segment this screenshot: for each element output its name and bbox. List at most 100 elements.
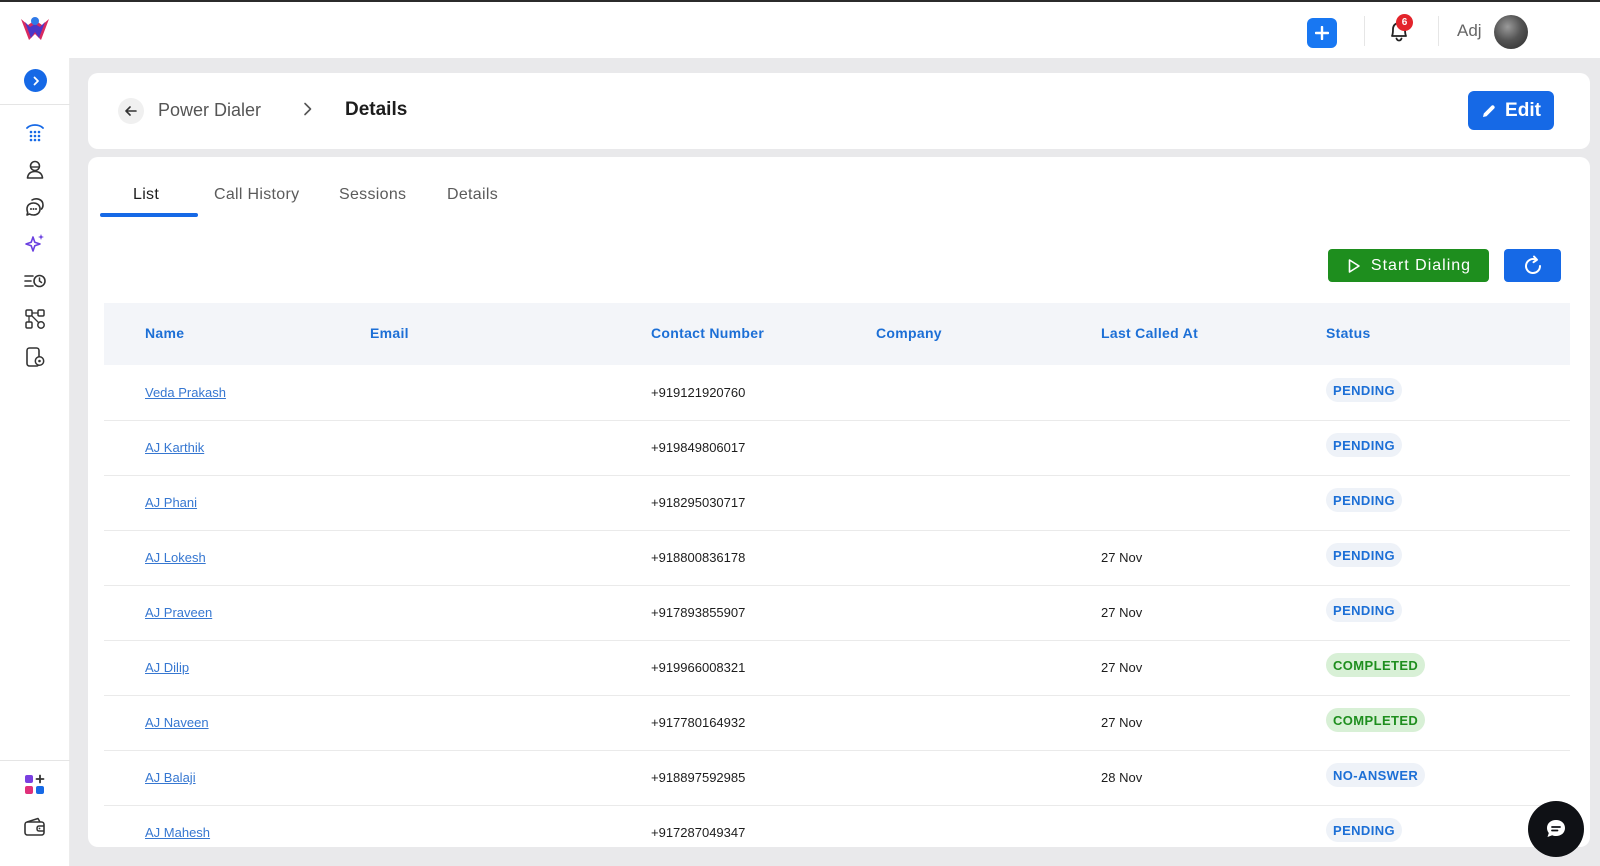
sidebar-item-contacts[interactable] (22, 156, 48, 182)
device-settings-icon (26, 347, 45, 367)
user-name[interactable]: Adj (1457, 21, 1482, 41)
table-row: AJ Naveen +917780164932 27 Nov COMPLETED (104, 695, 1570, 751)
contact-name-link[interactable]: AJ Naveen (145, 715, 209, 730)
tab-list[interactable]: List (133, 186, 159, 204)
table-row: AJ Balaji +918897592985 28 Nov NO-ANSWER (104, 750, 1570, 806)
avatar[interactable] (1494, 15, 1528, 49)
contact-number: +918897592985 (651, 770, 746, 785)
topbar-divider (1438, 16, 1439, 46)
add-new-button[interactable] (1307, 18, 1337, 48)
main-content: List Call History Sessions Details Start… (88, 157, 1590, 847)
edit-button-label: Edit (1505, 99, 1541, 121)
refresh-button[interactable] (1504, 249, 1561, 282)
status-badge: PENDING (1326, 488, 1403, 512)
status-badge: COMPLETED (1326, 653, 1426, 677)
contact-number: +917780164932 (651, 715, 746, 730)
active-tab-indicator (100, 213, 198, 217)
sidebar-item-device-settings[interactable] (22, 344, 48, 370)
top-bar: 6 Adj (0, 2, 1600, 58)
sidebar-item-apps[interactable] (22, 772, 48, 798)
contact-number: +917893855907 (651, 605, 746, 620)
sidebar-expand-button[interactable] (24, 69, 47, 92)
apps-add-icon (25, 774, 45, 794)
contact-number: +919966008321 (651, 660, 746, 675)
workflow-icon (25, 309, 45, 329)
arrow-left-icon (125, 106, 137, 116)
chat-support-button[interactable] (1528, 801, 1584, 857)
contact-number: +917287049347 (651, 825, 746, 840)
sidebar (0, 58, 70, 866)
refresh-icon (1524, 255, 1541, 274)
contact-number: +918295030717 (651, 495, 746, 510)
status-badge: PENDING (1326, 598, 1403, 622)
contact-name-link[interactable]: AJ Karthik (145, 440, 204, 455)
sidebar-divider (0, 760, 70, 761)
status-badge: COMPLETED (1326, 708, 1426, 732)
plus-icon (1315, 26, 1329, 40)
dialpad-icon (26, 124, 44, 142)
last-called-at: 27 Nov (1101, 605, 1143, 620)
sidebar-item-workflows[interactable] (22, 306, 48, 332)
sidebar-item-queue[interactable] (22, 268, 48, 294)
table-row: AJ Praveen +917893855907 27 Nov PENDING (104, 585, 1570, 641)
contact-name-link[interactable]: AJ Mahesh (145, 825, 210, 840)
breadcrumb-power-dialer[interactable]: Power Dialer (158, 100, 261, 121)
page-title: Details (345, 99, 408, 120)
sidebar-item-wallet[interactable] (22, 814, 48, 840)
last-called-at: 27 Nov (1101, 660, 1143, 675)
contact-number: +919121920760 (651, 385, 746, 400)
table-row: AJ Karthik +919849806017 PENDING (104, 420, 1570, 476)
last-called-at: 27 Nov (1101, 550, 1143, 565)
sidebar-item-conversations[interactable] (22, 194, 48, 220)
play-icon (1348, 258, 1360, 273)
column-header-email[interactable]: Email (370, 325, 409, 341)
contact-name-link[interactable]: AJ Dilip (145, 660, 189, 675)
contact-name-link[interactable]: Veda Prakash (145, 385, 226, 400)
sidebar-item-ai[interactable] (22, 230, 48, 256)
sidebar-item-dialer[interactable] (22, 120, 48, 146)
tab-call-history[interactable]: Call History (214, 186, 299, 204)
column-header-last-called-at[interactable]: Last Called At (1101, 325, 1198, 341)
topbar-divider (1364, 16, 1365, 46)
column-header-name[interactable]: Name (145, 325, 184, 341)
column-header-company[interactable]: Company (876, 325, 942, 341)
contact-number: +918800836178 (651, 550, 746, 565)
status-badge: PENDING (1326, 818, 1403, 842)
back-button[interactable] (118, 98, 144, 124)
ai-sparkle-icon (25, 234, 44, 252)
start-dialing-button[interactable]: Start Dialing (1328, 249, 1489, 282)
edit-button[interactable]: Edit (1468, 91, 1554, 130)
tab-sessions[interactable]: Sessions (339, 186, 406, 204)
column-header-contact-number[interactable]: Contact Number (651, 325, 764, 341)
status-badge: PENDING (1326, 378, 1403, 402)
tab-details[interactable]: Details (447, 186, 498, 204)
chevron-right-icon (33, 76, 39, 85)
queue-history-icon (24, 274, 46, 288)
app-logo-icon[interactable] (18, 14, 52, 48)
table-row: AJ Lokesh +918800836178 27 Nov PENDING (104, 530, 1570, 586)
contacts-icon (26, 160, 44, 179)
contact-name-link[interactable]: AJ Lokesh (145, 550, 206, 565)
status-badge: PENDING (1326, 543, 1403, 567)
contact-name-link[interactable]: AJ Balaji (145, 770, 196, 785)
column-header-status[interactable]: Status (1326, 325, 1371, 341)
notification-count-badge: 6 (1396, 14, 1413, 31)
table-row: AJ Mahesh +917287049347 PENDING (104, 805, 1570, 847)
chat-bubble-icon (1547, 820, 1565, 837)
contact-name-link[interactable]: AJ Phani (145, 495, 197, 510)
start-dialing-label: Start Dialing (1370, 256, 1472, 274)
page-header: Power Dialer Details Edit (88, 73, 1590, 149)
conversations-icon (26, 198, 44, 216)
status-badge: PENDING (1326, 433, 1403, 457)
last-called-at: 28 Nov (1101, 770, 1143, 785)
wallet-icon (24, 817, 45, 836)
table-row: AJ Dilip +919966008321 27 Nov COMPLETED (104, 640, 1570, 696)
pencil-icon (1483, 104, 1495, 117)
contact-number: +919849806017 (651, 440, 746, 455)
contact-name-link[interactable]: AJ Praveen (145, 605, 212, 620)
last-called-at: 27 Nov (1101, 715, 1143, 730)
table-row: AJ Phani +918295030717 PENDING (104, 475, 1570, 531)
sidebar-divider (0, 104, 70, 105)
chevron-right-icon (304, 102, 312, 116)
status-badge: NO-ANSWER (1326, 763, 1426, 787)
